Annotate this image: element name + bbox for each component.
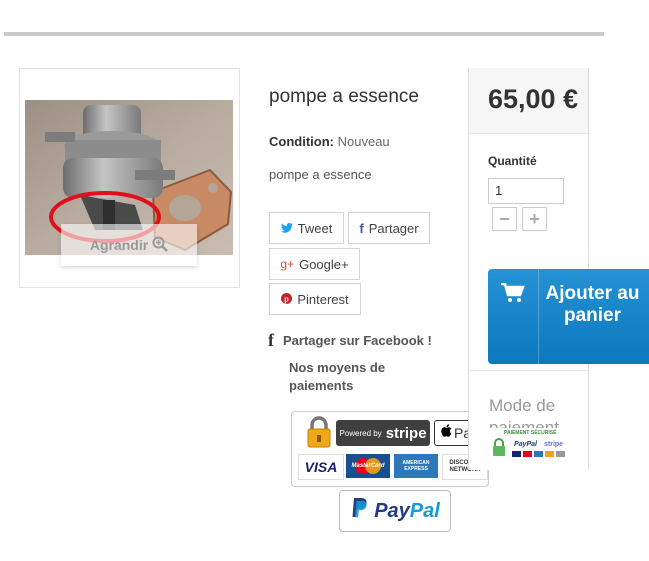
top-divider	[4, 32, 604, 36]
google-plus-icon: g+	[280, 257, 295, 271]
facebook-icon: f	[359, 220, 364, 236]
payment-methods-title: Nos moyens de paiements	[289, 360, 386, 393]
quantity-minus-button[interactable]: −	[492, 207, 517, 231]
tweet-label: Tweet	[297, 220, 333, 236]
green-padlock-icon	[492, 437, 506, 462]
google-plus-button[interactable]: g+ Google+	[269, 248, 360, 280]
amex-label: AMERICAN EXPRESS	[402, 460, 430, 472]
pinterest-icon: p	[281, 292, 293, 307]
stripe-powered-label: Powered by	[339, 428, 382, 438]
zoom-label: Agrandir	[89, 237, 149, 253]
payment-mode-title: Mode de paiement	[489, 396, 559, 429]
product-title: pompe a essence	[269, 86, 419, 107]
partager-label: Partager	[368, 220, 419, 236]
pinterest-label: Pinterest	[297, 291, 349, 307]
twitter-icon	[280, 221, 293, 236]
facebook-share-link[interactable]: f Partager sur Facebook !	[268, 330, 432, 351]
paypal-icon	[350, 497, 368, 525]
add-to-cart-label: Ajouter au panier	[545, 283, 640, 326]
padlock-icon	[306, 416, 332, 448]
secure-paypal-label: PayPal	[514, 441, 537, 448]
paypal-label: PayPal	[374, 499, 440, 522]
quantity-input[interactable]: 1	[488, 178, 564, 204]
secure-text: PAIEMENT SÉCURISÉ	[504, 430, 557, 436]
facebook-share-label: Partager sur Facebook !	[283, 333, 432, 348]
facebook-share-button[interactable]: f Partager	[348, 212, 430, 244]
quantity-label: Quantité	[488, 154, 537, 168]
stripe-logo: Powered by stripe	[336, 420, 430, 446]
shopping-cart-icon	[488, 269, 539, 364]
secure-payment-badge: PAIEMENT SÉCURISÉ PayPal stripe	[490, 428, 566, 464]
mastercard-logo: MasterCard	[346, 454, 390, 478]
apple-icon	[441, 424, 452, 442]
visa-logo: VISA	[298, 454, 344, 480]
condition-value: Nouveau	[337, 134, 390, 149]
google-plus-label: Google+	[299, 256, 349, 272]
secure-card-icons	[512, 451, 565, 457]
tweet-button[interactable]: Tweet	[269, 212, 344, 244]
product-condition: Condition: Nouveau	[269, 134, 390, 149]
pinterest-button[interactable]: p Pinterest	[269, 283, 361, 315]
visa-label: VISA	[304, 459, 338, 475]
mastercard-label: MasterCard	[351, 463, 385, 469]
condition-label: Condition:	[269, 134, 334, 149]
add-to-cart-button[interactable]: Ajouter au panier	[488, 269, 649, 364]
amex-logo: AMERICAN EXPRESS	[394, 454, 438, 478]
secure-stripe-label: stripe	[544, 441, 564, 448]
quantity-plus-button[interactable]: +	[522, 207, 547, 231]
facebook-f-icon: f	[268, 330, 274, 350]
payment-logos: Powered by stripe Pay VISA MasterCard AM…	[291, 411, 489, 487]
magnifier-plus-icon	[152, 236, 169, 255]
short-description: pompe a essence	[269, 167, 372, 182]
svg-text:p: p	[285, 294, 290, 303]
product-price: 65,00 €	[488, 84, 579, 114]
paypal-logo: PayPal	[339, 490, 451, 532]
zoom-button[interactable]: Agrandir	[61, 224, 197, 266]
stripe-label: stripe	[385, 424, 427, 442]
